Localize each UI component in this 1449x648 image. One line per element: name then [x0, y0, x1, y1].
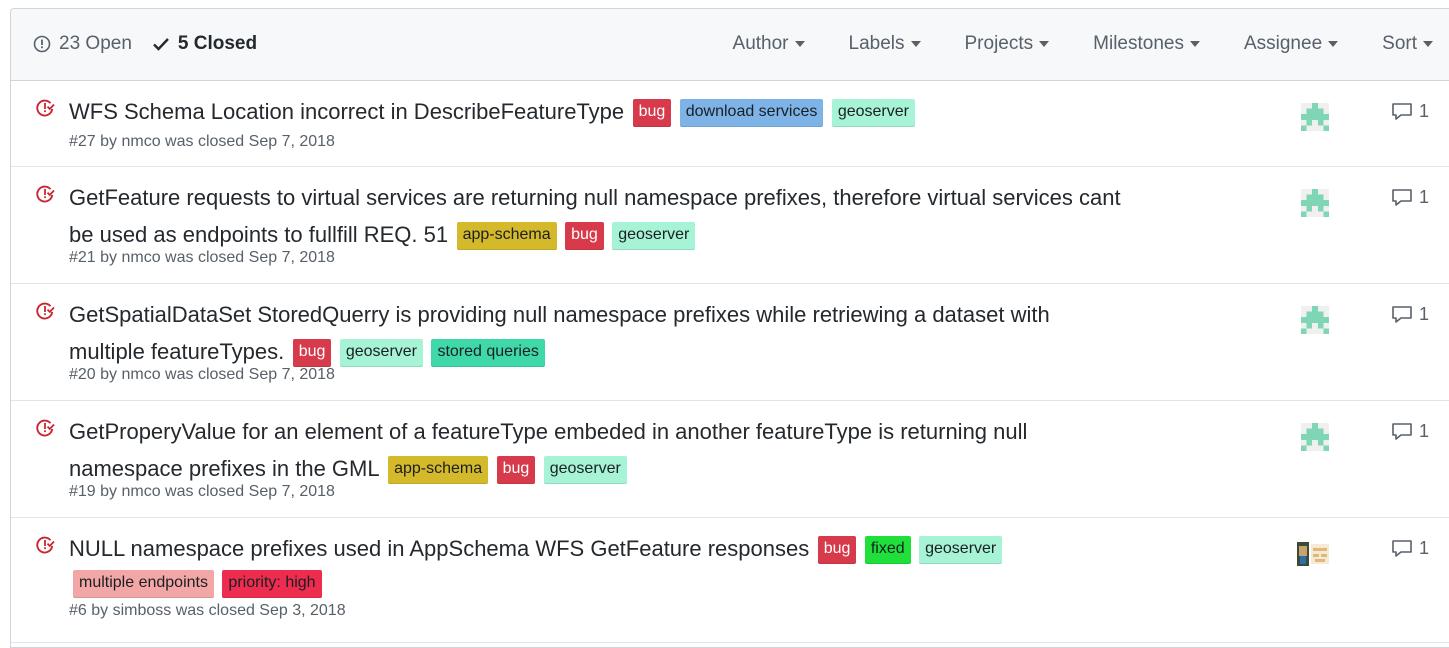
issue-title-wrap: GetSpatialDataSet StoredQuerry is provid… — [69, 298, 1129, 372]
comments-link[interactable]: 1 — [1391, 421, 1429, 442]
filter-projects-label: Projects — [964, 33, 1034, 54]
filter-author-label: Author — [732, 33, 789, 54]
caret-down-icon — [1423, 41, 1433, 47]
issue-closed-icon — [35, 98, 55, 123]
filter-assignee[interactable]: Assignee — [1243, 33, 1339, 55]
comment-count: 1 — [1419, 421, 1430, 441]
issue-label[interactable]: bug — [496, 456, 536, 484]
comments-link[interactable]: 1 — [1391, 538, 1429, 559]
caret-down-icon — [1189, 41, 1200, 47]
filter-sort[interactable]: Sort — [1382, 33, 1433, 55]
comment-icon — [1392, 305, 1412, 323]
issue-label[interactable]: app-schema — [388, 456, 489, 484]
issue-label[interactable]: multiple endpoints — [73, 570, 214, 598]
issue-row: GetProperyValue for an element of a feat… — [11, 401, 1449, 518]
assignee-avatar[interactable] — [1301, 306, 1329, 334]
issue-label[interactable]: geoserver — [919, 536, 1003, 564]
filter-bar: Author Labels Projects Milestones Assign… — [689, 33, 1433, 55]
filter-milestones[interactable]: Milestones — [1093, 33, 1200, 55]
issue-closed-icon — [35, 184, 55, 209]
issue-meta: #20 by nmco was closed Sep 7, 2018 — [69, 366, 335, 383]
issue-meta: #6 by simboss was closed Sep 3, 2018 — [69, 602, 346, 619]
caret-down-icon — [1328, 41, 1339, 47]
issue-label[interactable]: geoserver — [831, 99, 915, 127]
assignee-avatar[interactable] — [1297, 540, 1331, 568]
issue-label[interactable]: app-schema — [456, 222, 557, 250]
filter-labels[interactable]: Labels — [849, 33, 921, 55]
issue-label[interactable]: bug — [292, 339, 332, 367]
caret-down-icon — [794, 41, 805, 47]
comment-count: 1 — [1419, 187, 1430, 207]
filter-milestones-label: Milestones — [1093, 33, 1184, 54]
open-issues-link[interactable]: 23 Open — [33, 33, 132, 55]
comment-count: 1 — [1419, 101, 1430, 121]
issue-label[interactable]: download services — [679, 99, 824, 127]
closed-issues-count: 5 Closed — [177, 33, 258, 54]
issue-label[interactable]: bug — [565, 222, 604, 250]
issue-meta: #27 by nmco was closed Sep 7, 2018 — [69, 133, 335, 150]
issue-label[interactable]: priority: high — [222, 570, 322, 598]
filter-assignee-label: Assignee — [1243, 33, 1323, 54]
issues-header: 23 Open 5 Closed Author Labels Projects — [11, 9, 1449, 81]
check-icon — [152, 36, 170, 52]
issue-meta: #21 by nmco was closed Sep 7, 2018 — [69, 249, 335, 266]
issue-title-link[interactable]: WFS Schema Location incorrect in Describ… — [69, 99, 624, 124]
comment-icon — [1392, 188, 1412, 206]
issue-label[interactable]: geoserver — [339, 339, 423, 367]
comment-icon — [1392, 422, 1412, 440]
issue-label[interactable]: geoserver — [612, 222, 696, 250]
issue-title-wrap: GetProperyValue for an element of a feat… — [69, 415, 1129, 489]
comment-icon — [1392, 539, 1412, 557]
issue-label[interactable]: stored queries — [431, 339, 545, 367]
issue-row: GetFeature requests to virtual services … — [11, 167, 1449, 284]
issue-label[interactable]: bug — [817, 536, 857, 564]
issue-title-link[interactable]: GetSpatialDataSet StoredQuerry is provid… — [69, 302, 1050, 364]
issue-list: WFS Schema Location incorrect in Describ… — [11, 81, 1449, 643]
issue-closed-icon — [35, 418, 55, 443]
open-issues-count: 23 Open — [59, 33, 132, 54]
issues-box: 23 Open 5 Closed Author Labels Projects — [10, 8, 1449, 648]
caret-down-icon — [1039, 41, 1050, 47]
assignee-avatar[interactable] — [1301, 189, 1329, 217]
comments-link[interactable]: 1 — [1391, 304, 1429, 325]
issue-row: NULL namespace prefixes used in AppSchem… — [11, 518, 1449, 643]
issue-row: GetSpatialDataSet StoredQuerry is provid… — [11, 284, 1449, 401]
comments-link[interactable]: 1 — [1391, 101, 1429, 122]
filter-labels-label: Labels — [848, 33, 905, 54]
caret-down-icon — [910, 41, 921, 47]
issue-row: WFS Schema Location incorrect in Describ… — [11, 81, 1449, 167]
issue-label[interactable]: geoserver — [543, 456, 627, 484]
filter-projects[interactable]: Projects — [965, 33, 1050, 55]
issue-title-wrap: GetFeature requests to virtual services … — [69, 181, 1129, 255]
comments-link[interactable]: 1 — [1391, 187, 1429, 208]
assignee-avatar[interactable] — [1301, 103, 1329, 131]
filter-author[interactable]: Author — [733, 33, 805, 55]
issue-closed-icon — [35, 301, 55, 326]
issue-opened-icon — [33, 35, 51, 53]
issue-meta: #19 by nmco was closed Sep 7, 2018 — [69, 483, 335, 500]
filter-sort-label: Sort — [1382, 33, 1417, 54]
issue-label[interactable]: fixed — [864, 536, 911, 564]
comment-count: 1 — [1419, 304, 1430, 324]
issue-title-wrap: WFS Schema Location incorrect in Describ… — [69, 95, 1129, 132]
issue-title-wrap: NULL namespace prefixes used in AppSchem… — [69, 532, 1129, 603]
assignee-avatar[interactable] — [1301, 423, 1329, 451]
issue-closed-icon — [35, 535, 55, 560]
issue-label[interactable]: bug — [632, 99, 672, 127]
comment-count: 1 — [1419, 538, 1430, 558]
issue-title-link[interactable]: NULL namespace prefixes used in AppSchem… — [69, 536, 809, 561]
closed-issues-link[interactable]: 5 Closed — [152, 33, 257, 55]
comment-icon — [1392, 102, 1412, 120]
state-toggle: 23 Open 5 Closed — [33, 33, 277, 55]
